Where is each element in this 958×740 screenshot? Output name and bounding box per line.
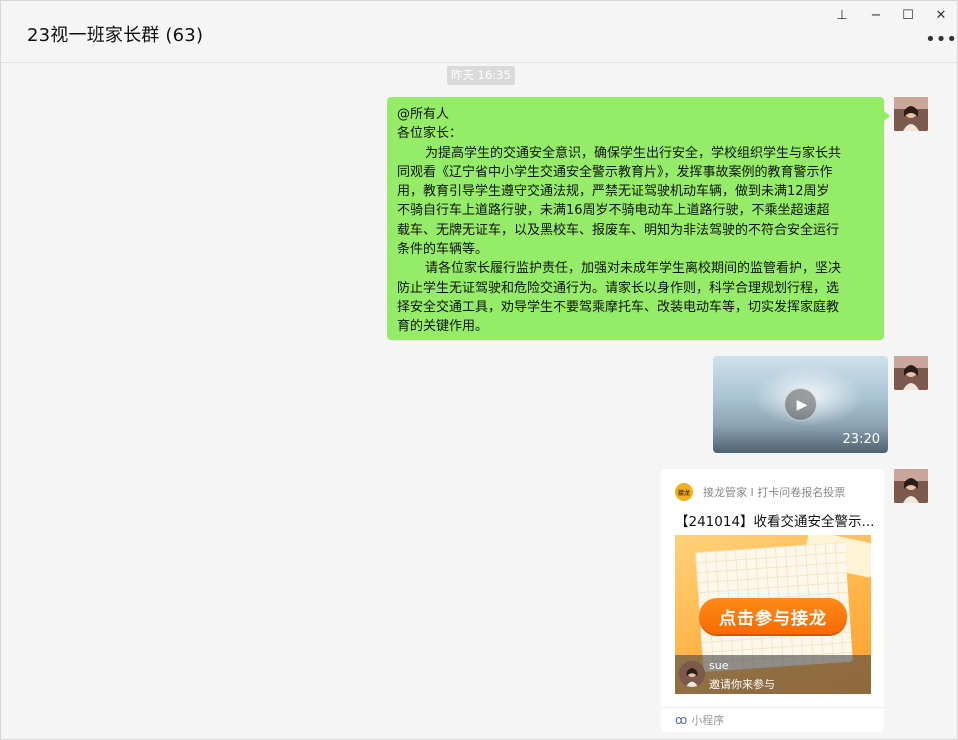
mini-program-card[interactable]: 接龙 接龙管家 I 打卡问卷报名投票 【241014】收看交通安全警示... 点… [661,469,884,732]
inviter-name: sue [709,659,729,672]
avatar-photo-icon [894,97,928,131]
minimize-icon[interactable]: − [861,5,891,25]
message-line: @所有人 [397,107,450,122]
message-line: 为提高学生的交通安全意识，确保学生出行安全，学校组织学生与家长共 [425,145,842,161]
avatar-photo-icon [679,661,705,687]
jielong-logo-icon: 接龙 [675,483,693,501]
chat-header: 23视一班家长群 (63) ⊥ − ☐ ✕ ••• [1,1,957,63]
sender-avatar[interactable] [894,97,928,131]
message-line: 择安全交通工具，劝导学生不要驾乘摩托车、改装电动车等，切实发挥家庭教 [397,299,840,315]
invite-text: 邀请你来参与 [709,678,775,691]
sender-avatar[interactable] [894,356,928,390]
join-jielong-button: 点击参与接龙 [699,598,847,634]
video-message[interactable]: ▶ 23:20 [713,356,888,453]
mini-program-title: 【241014】收看交通安全警示... [675,514,875,530]
sender-avatar[interactable] [894,469,928,503]
message-line: 条件的车辆等。 [397,242,489,258]
inviter-avatar [679,661,705,687]
message-line: 各位家长： [397,126,463,142]
avatar-photo-icon [894,469,928,503]
maximize-icon[interactable]: ☐ [893,5,923,25]
message-line: 用，教育引导学生遵守交通法规，严禁无证驾驶机动车辆，做到未满12周岁 [397,184,830,200]
text-message-bubble[interactable]: @所有人 各位家长： 为提高学生的交通安全意识，确保学生出行安全，学校组织学生与… [387,97,890,340]
message-line: 不骑自行车上道路行驶，未满16周岁不骑电动车上道路行驶，不乘坐超速超 [397,203,830,219]
mini-program-cover: 点击参与接龙 sue 邀请你来参与 [675,535,871,694]
mini-program-icon: ꝏ [675,713,688,727]
message-line: 请各位家长履行监护责任，加强对未成年学生离校期间的监管看护，坚决 [425,261,842,277]
pin-icon[interactable]: ⊥ [827,5,857,25]
mini-program-footer: ꝏ 小程序 [675,712,724,728]
more-options-icon[interactable]: ••• [925,27,957,51]
message-line: 载车、无牌无证车，以及黑校车、报废车、明知为非法驾驶的不符合安全运行 [397,222,840,238]
mini-program-label: 小程序 [691,714,725,727]
message-line: 同观看《辽宁省中小学生交通安全警示教育片》，发挥事故案例的教育警示作 [397,164,833,180]
avatar-photo-icon [894,356,928,390]
close-icon[interactable]: ✕ [926,5,956,25]
divider [661,707,884,708]
video-duration: 23:20 [842,432,880,447]
mini-program-source-name: 接龙管家 I 打卡问卷报名投票 [703,486,846,499]
invite-bar: sue 邀请你来参与 [675,655,871,694]
play-icon[interactable]: ▶ [784,388,817,421]
chat-title: 23视一班家长群 (63) [27,25,204,46]
message-line: 育的关键作用。 [397,319,489,335]
message-timestamp: 昨天 16:35 [447,66,515,85]
chat-window: 23视一班家长群 (63) ⊥ − ☐ ✕ ••• 昨天 16:35 @所有人 … [0,0,958,740]
mini-program-source: 接龙 接龙管家 I 打卡问卷报名投票 [675,483,845,501]
message-line: 防止学生无证驾驶和危险交通行为。请家长以身作则，科学合理规划行程，选 [397,280,840,296]
